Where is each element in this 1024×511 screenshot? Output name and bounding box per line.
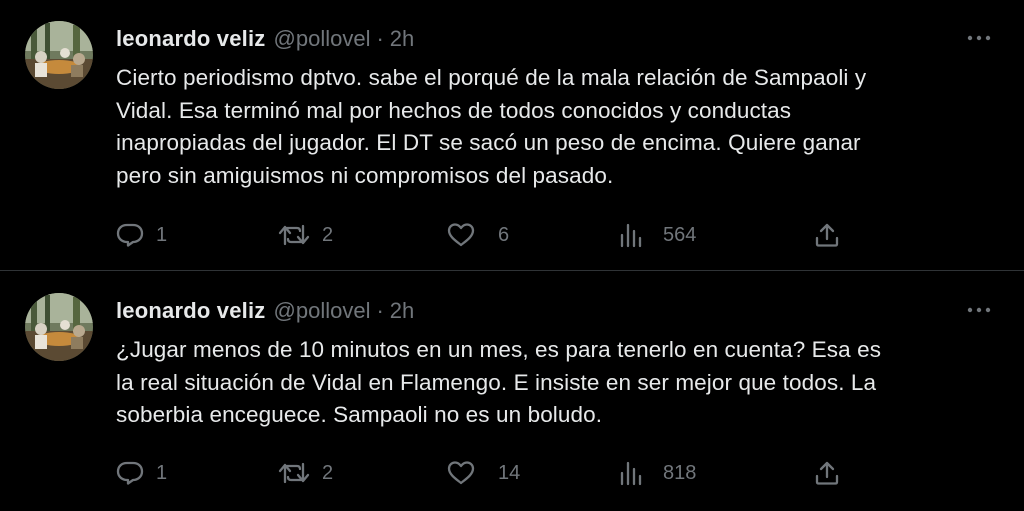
more-button[interactable] (964, 298, 994, 320)
reply-icon (116, 460, 144, 486)
tweet[interactable]: leonardo veliz @pollovel · 2h ¿Jugar men… (0, 272, 1024, 511)
retweet-count: 2 (322, 461, 334, 484)
more-button[interactable] (964, 26, 994, 48)
separator: · (376, 26, 384, 51)
views-icon (619, 222, 643, 248)
like-count: 6 (498, 223, 510, 246)
avatar[interactable] (25, 21, 93, 89)
share-icon (814, 460, 840, 486)
more-icon (967, 300, 991, 318)
like-button[interactable]: 14 (446, 453, 520, 493)
author-name[interactable]: leonardo veliz (116, 26, 266, 52)
like-button[interactable]: 6 (446, 215, 509, 255)
retweet-icon (278, 460, 310, 486)
retweet-button[interactable]: 2 (278, 215, 333, 255)
heart-icon (446, 460, 476, 486)
views-button[interactable]: 564 (619, 215, 696, 255)
reply-count: 1 (156, 461, 168, 484)
share-button[interactable] (814, 453, 840, 493)
reply-count: 1 (156, 223, 168, 246)
view-count: 818 (663, 461, 697, 484)
separator: · (376, 298, 384, 323)
reply-button[interactable]: 1 (116, 215, 167, 255)
tweet-actions: 1 2 6 564 (0, 215, 1024, 255)
timestamp[interactable]: 2h (390, 298, 414, 324)
more-icon (967, 28, 991, 46)
tweet-text: ¿Jugar menos de 10 minutos en un mes, es… (116, 337, 882, 427)
views-icon (619, 460, 643, 486)
share-button[interactable] (814, 215, 840, 255)
tweet-feed: leonardo veliz @pollovel · 2h Cierto per… (0, 0, 1024, 511)
author-handle[interactable]: @pollovel (274, 298, 371, 324)
author-handle[interactable]: @pollovel (274, 26, 371, 52)
retweet-button[interactable]: 2 (278, 453, 333, 493)
tweet-header: leonardo veliz @pollovel · 2h (116, 296, 414, 326)
view-count: 564 (663, 223, 697, 246)
author-name[interactable]: leonardo veliz (116, 298, 266, 324)
tweet-actions: 1 2 14 818 (0, 453, 1024, 493)
timestamp[interactable]: 2h (390, 26, 414, 52)
views-button[interactable]: 818 (619, 453, 696, 493)
retweet-icon (278, 222, 310, 248)
retweet-count: 2 (322, 223, 334, 246)
heart-icon (446, 222, 476, 248)
reply-icon (116, 222, 144, 248)
tweet-text: Cierto periodismo dptvo. sabe el porqué … (116, 65, 867, 188)
tweet[interactable]: leonardo veliz @pollovel · 2h Cierto per… (0, 0, 1024, 271)
share-icon (814, 222, 840, 248)
tweet-header: leonardo veliz @pollovel · 2h (116, 24, 414, 54)
avatar[interactable] (25, 293, 93, 361)
like-count: 14 (498, 461, 521, 484)
reply-button[interactable]: 1 (116, 453, 167, 493)
